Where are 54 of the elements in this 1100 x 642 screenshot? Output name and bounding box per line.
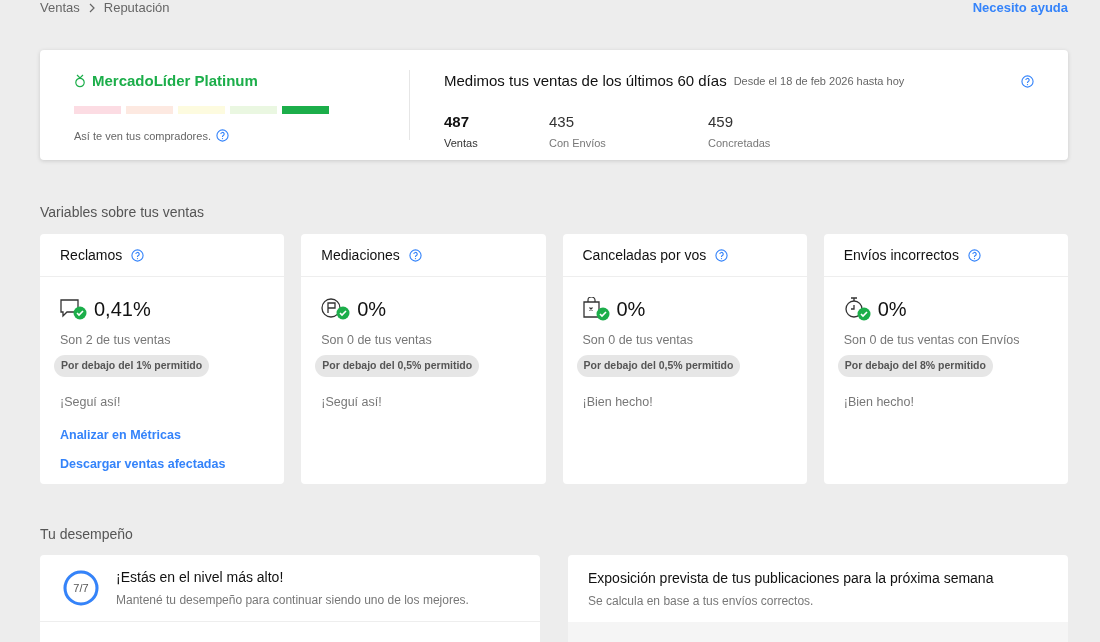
metric-title: Envíos incorrectos <box>843 245 959 265</box>
period-title: Medimos tus ventas de los últimos 60 días <box>444 71 727 91</box>
stopwatch-icon <box>843 297 872 321</box>
medal-icon <box>74 74 86 89</box>
exposure-subtitle: Se calcula en base a tus envíos correctos. <box>588 592 815 610</box>
chat-bubble-icon <box>60 298 88 320</box>
chevron-right-icon <box>87 3 96 13</box>
stat-label: Concretadas <box>708 136 772 151</box>
breadcrumb-item: Reputación <box>103 0 170 18</box>
stat-value: 459 <box>708 111 735 132</box>
help-icon[interactable] <box>131 248 145 262</box>
period-range: Desde el 18 de feb 2026 hasta hoy <box>733 74 905 89</box>
help-icon[interactable] <box>715 248 729 262</box>
performance-subtitle: Mantené tu desempeño para continuar siendo uno de los mejores. <box>116 592 469 609</box>
metric-title: Reclamos <box>60 245 123 265</box>
caption: Así te ven tus compradores. <box>74 128 211 144</box>
metric-title: Mediaciones <box>321 245 400 265</box>
help-icon[interactable] <box>967 248 981 262</box>
shopping-bag-icon <box>582 297 611 321</box>
help-icon[interactable] <box>1021 74 1034 88</box>
threshold-badge: Por debajo del 0,5% permitido <box>576 354 741 377</box>
metric-message: ¡Seguí así! <box>60 393 122 411</box>
flag-icon <box>321 298 352 320</box>
threshold-badge: Por debajo del 0,5% permitido <box>315 354 480 377</box>
performance-title: ¡Estás en el nivel más alto! <box>116 568 285 587</box>
metric-detail: Son 0 de tus ventas <box>321 332 433 349</box>
metric-value: 0,41% <box>94 297 151 322</box>
level-title: MercadoLíder Platinum <box>92 71 258 91</box>
metric-detail: Son 2 de tus ventas <box>60 332 172 349</box>
stat-label: Ventas <box>444 136 479 151</box>
level-progress-ring: 7/7 <box>62 569 100 607</box>
threshold-badge: Por debajo del 1% permitido <box>54 354 210 377</box>
help-icon[interactable] <box>215 129 229 143</box>
help-link[interactable]: Necesito ayuda <box>972 0 1068 18</box>
section-title: Variables sobre tus ventas <box>40 203 205 220</box>
section-title: Tu desempeño <box>40 525 134 542</box>
stat-value: 487 <box>444 111 471 132</box>
breadcrumb-item[interactable]: Ventas <box>40 0 80 18</box>
stat-value: 435 <box>549 111 576 132</box>
metric-detail: Son 0 de tus ventas con Envíos <box>843 332 1021 349</box>
metric-title: Canceladas por vos <box>582 245 707 265</box>
threshold-badge: Por debajo del 8% permitido <box>837 354 993 377</box>
stat-label: Con Envíos <box>549 136 607 151</box>
help-icon[interactable] <box>408 248 422 262</box>
metric-link[interactable]: Analizar en Métricas <box>60 426 265 445</box>
metric-message: ¡Bien hecho! <box>582 393 654 411</box>
metric-link[interactable]: Descargar ventas afectadas <box>60 455 265 474</box>
metric-value: 0% <box>877 297 907 322</box>
metric-detail: Son 0 de tus ventas <box>582 332 694 349</box>
metric-value: 0% <box>357 297 387 322</box>
metric-message: ¡Bien hecho! <box>843 393 915 411</box>
exposure-title: Exposición prevista de tus publicaciones para la próxima semana <box>588 568 995 588</box>
metric-value: 0% <box>616 297 646 322</box>
metric-message: ¡Seguí así! <box>321 393 383 411</box>
